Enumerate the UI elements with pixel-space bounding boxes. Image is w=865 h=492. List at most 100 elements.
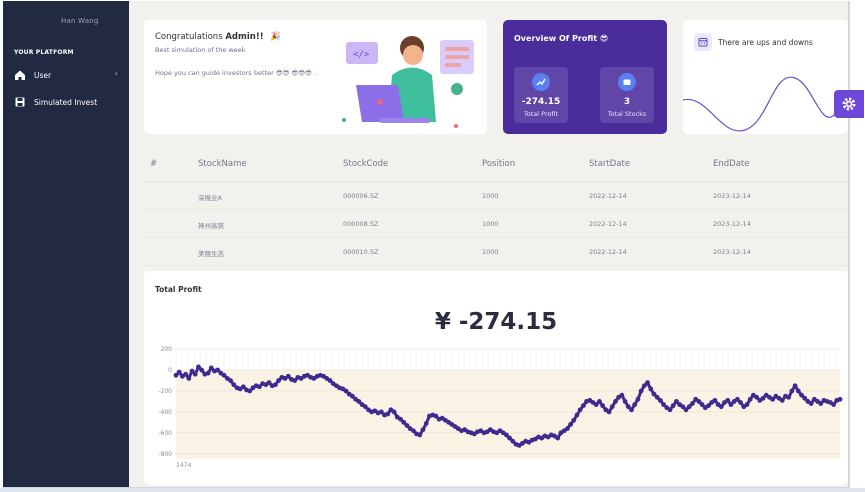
- section-label: YOUR PLATFORM: [14, 49, 74, 56]
- data-point: [629, 407, 634, 413]
- data-point: [648, 386, 654, 392]
- wave-sparkline: [683, 76, 848, 132]
- data-point: [273, 382, 278, 388]
- data-point: [837, 396, 843, 402]
- party-emoji: 🎉: [270, 32, 281, 42]
- y-tick-label: -800: [158, 451, 172, 458]
- gear-icon: [842, 97, 856, 111]
- data-point: [606, 409, 612, 415]
- data-point: [420, 427, 426, 433]
- data-point: [645, 380, 650, 385]
- data-point: [725, 397, 731, 403]
- y-tick-label: -200: [158, 388, 172, 395]
- data-point: [718, 404, 724, 410]
- home-icon: [14, 69, 26, 81]
- congrats-subtitle: Best simulation of the week: [155, 46, 246, 54]
- data-point: [638, 388, 644, 394]
- calendar-icon: [694, 33, 712, 51]
- data-point: [613, 399, 618, 404]
- data-point: [657, 397, 663, 403]
- stock-start-date: 2022-12-14: [589, 248, 627, 256]
- data-point: [571, 417, 577, 423]
- ups-and-downs-card: There are ups and downs: [683, 20, 848, 134]
- total-profit-box: -274.15 Total Profit: [514, 67, 568, 123]
- data-point: [228, 378, 233, 383]
- data-point: [555, 435, 561, 441]
- stock-code: 000008.SZ: [343, 220, 379, 228]
- settings-gear-button[interactable]: [834, 90, 864, 118]
- table-row[interactable]: 深振业A 000006.SZ 1000 2022-12-14 2023-12-1…: [144, 182, 848, 210]
- sidebar: Han Wang YOUR PLATFORM User › Simulated …: [3, 1, 129, 487]
- data-point: [831, 402, 836, 407]
- data-point: [690, 401, 695, 406]
- table-row[interactable]: 美丽生态 000010.SZ 1000 2022-12-14 2023-12-1…: [144, 238, 848, 266]
- stock-name: 深振业A: [198, 194, 222, 202]
- data-point: [192, 371, 198, 377]
- total-stocks-box: 3 Total Stocks: [600, 67, 654, 123]
- ups-and-downs-title: There are ups and downs: [718, 38, 813, 47]
- x-tick-label: 1474: [176, 462, 191, 469]
- data-point: [580, 403, 586, 409]
- wallet-icon: [618, 73, 636, 91]
- stock-end-date: 2023-12-14: [713, 220, 751, 228]
- data-point: [564, 426, 570, 432]
- stock-position: 1000: [482, 220, 499, 228]
- stock-name: 美丽生态: [198, 250, 224, 258]
- stock-end-date: 2023-12-14: [713, 192, 751, 200]
- profit-line-chart: 200 0 -200 -400 -600 -800 1474: [158, 346, 843, 469]
- data-point: [738, 400, 743, 405]
- data-point: [391, 409, 397, 415]
- total-stocks-value: 3: [623, 97, 631, 107]
- header-stock-code: StockCode: [343, 159, 389, 169]
- data-point: [574, 412, 580, 418]
- stock-start-date: 2022-12-14: [589, 192, 627, 200]
- header-start-date: StartDate: [589, 159, 631, 169]
- table-row[interactable]: 神州高铁 000008.SZ 1000 2022-12-14 2023-12-1…: [144, 210, 848, 238]
- header-end-date: EndDate: [713, 159, 750, 169]
- congrats-title: Congratulations Admin!! 🎉: [155, 32, 281, 42]
- data-point: [199, 367, 205, 373]
- data-point: [622, 399, 628, 404]
- stock-position: 1000: [482, 192, 499, 200]
- data-point: [632, 402, 638, 407]
- data-point: [577, 407, 583, 413]
- total-stocks-label: Total Stocks: [607, 110, 647, 118]
- congrats-title-text: Congratulations: [155, 32, 226, 42]
- data-point: [183, 371, 189, 377]
- sidebar-item-simulated-invest[interactable]: Simulated Invest: [14, 96, 97, 108]
- congratulations-card: Congratulations Admin!! 🎉 Best simulatio…: [144, 20, 487, 134]
- total-profit-title: Total Profit: [155, 285, 202, 294]
- chevron-right-icon: ›: [114, 69, 118, 78]
- data-point: [600, 403, 606, 409]
- data-point: [744, 402, 750, 407]
- sidebar-item-user[interactable]: User ›: [14, 69, 118, 81]
- header-stock-name: StockName: [198, 159, 247, 169]
- app-window: Han Wang YOUR PLATFORM User › Simulated …: [3, 1, 850, 489]
- data-point: [747, 396, 753, 402]
- stock-position: 1000: [482, 248, 499, 256]
- data-point: [635, 396, 641, 402]
- chart-up-icon: [532, 73, 550, 91]
- data-point: [423, 421, 429, 426]
- stock-name: 神州高铁: [198, 222, 224, 230]
- save-icon: [14, 96, 26, 108]
- svg-text:</>: </>: [353, 50, 370, 60]
- congrats-message: Hope you can guide investors better 😎😎 😎…: [155, 69, 316, 77]
- data-point: [792, 383, 798, 389]
- data-point: [205, 370, 211, 376]
- data-point: [667, 407, 673, 413]
- y-tick-label: 200: [161, 346, 173, 353]
- data-point: [597, 399, 602, 404]
- data-point: [609, 404, 615, 410]
- data-point: [568, 422, 573, 427]
- y-tick-label: -600: [158, 430, 172, 437]
- data-point: [808, 401, 814, 406]
- data-point: [417, 432, 423, 438]
- total-profit-label: Total Profit: [523, 110, 559, 118]
- y-tick-label: 0: [168, 367, 172, 374]
- stock-code: 000010.SZ: [343, 248, 379, 256]
- user-name: Han Wang: [61, 17, 99, 25]
- stock-end-date: 2023-12-14: [713, 248, 751, 256]
- overview-title: Overview Of Profit 😎: [514, 34, 609, 43]
- data-point: [619, 392, 625, 398]
